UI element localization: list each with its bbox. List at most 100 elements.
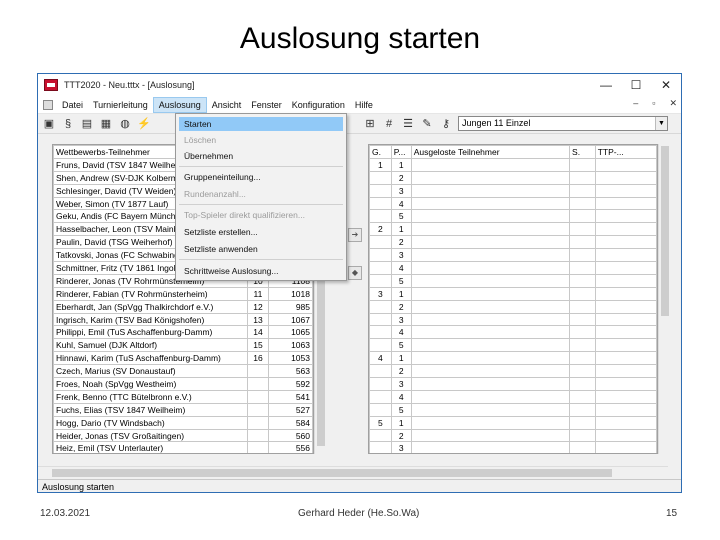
column-header-group[interactable]: G. (369, 145, 392, 159)
menu-hilfe[interactable]: Hilfe (350, 97, 378, 113)
table-cell (369, 338, 392, 353)
menu-datei[interactable]: Datei (57, 97, 88, 113)
table-row[interactable]: 5 (369, 273, 657, 288)
globe-icon[interactable]: ◍ (117, 116, 133, 132)
list-icon[interactable]: ☰ (400, 116, 416, 132)
table-cell (410, 364, 571, 379)
table-row[interactable]: 21 (369, 222, 657, 237)
table-row[interactable]: Kuhl, Samuel (DJK Altdorf) 15 1063 (53, 338, 313, 353)
table-row[interactable]: 11 (369, 157, 657, 172)
bolt-icon[interactable]: ⚡ (136, 116, 152, 132)
table-row[interactable]: 4 (369, 261, 657, 275)
move-left-icon[interactable]: ◆ (348, 266, 362, 280)
menu-item-schrittweise-auslosung[interactable]: Schrittweise Auslosung... (179, 264, 343, 278)
table-cell (369, 273, 392, 288)
table-row[interactable]: 51 (369, 415, 657, 430)
menu-item-uebernehmen[interactable]: Übernehmen (179, 149, 343, 163)
document-icon[interactable] (43, 99, 53, 110)
table-cell (369, 183, 392, 198)
table-row[interactable]: 5 (369, 402, 657, 417)
mdi-minimize-button[interactable]: – (633, 98, 638, 109)
save-icon[interactable]: ▣ (41, 116, 57, 132)
table-cell (410, 351, 571, 366)
menu-item-top-spieler[interactable]: Top-Spieler direkt qualifizieren... (179, 208, 343, 222)
table-icon[interactable]: ▦ (98, 116, 114, 132)
table-row[interactable]: Eberhardt, Jan (SpVgg Thalkirchdorf e.V.… (53, 299, 313, 314)
key-icon[interactable]: ⚷ (438, 116, 454, 132)
column-header-position[interactable]: P... (390, 145, 412, 159)
table-row[interactable]: 41 (369, 351, 657, 366)
table-row[interactable]: 4 (369, 196, 657, 211)
maximize-button[interactable]: ☐ (621, 74, 651, 96)
table-cell (410, 415, 571, 430)
menu-item-setzliste-anwenden[interactable]: Setzliste anwenden (179, 242, 343, 256)
layout-icon[interactable]: ⊞ (362, 116, 378, 132)
table-cell (369, 402, 392, 417)
table-row[interactable]: 2 (369, 235, 657, 250)
menu-turnierleitung[interactable]: Turnierleitung (88, 97, 153, 113)
menu-item-starten[interactable]: Starten (179, 117, 343, 131)
table-row[interactable]: 2 (369, 364, 657, 379)
table-row[interactable]: 3 (369, 377, 657, 391)
table-cell (594, 364, 657, 379)
scroll-thumb[interactable] (661, 146, 669, 316)
menu-item-rundenanzahl[interactable]: Rundenanzahl... (179, 187, 343, 201)
table-row[interactable]: Ingrisch, Karim (TSV Bad Königshofen) 13 1… (53, 312, 313, 327)
table-row[interactable]: 2 (369, 428, 657, 443)
menu-item-gruppeneinteilung[interactable]: Gruppeneinteilung... (179, 170, 343, 184)
menu-item-setzliste-erstellen[interactable]: Setzliste erstellen... (179, 225, 343, 239)
table-row[interactable]: 5 (369, 338, 657, 353)
table-row[interactable]: 2 (369, 170, 657, 185)
table-row[interactable]: 3 (369, 248, 657, 263)
menu-separator (179, 166, 343, 167)
competition-select[interactable]: Jungen 11 Einzel ▼ (458, 116, 668, 131)
table-cell (410, 286, 571, 301)
table-row[interactable]: Hogg, Dario (TV Windsbach) 584 (53, 415, 313, 430)
minimize-button[interactable]: — (591, 74, 621, 96)
drawn-participants-table[interactable]: G. P... Ausgeloste Teilnehmer S. TTP-...… (368, 144, 658, 454)
scroll-thumb[interactable] (52, 469, 612, 477)
table-row[interactable]: 5 (369, 209, 657, 224)
table-row[interactable]: Czech, Marius (SV Donaustauf) 563 (53, 364, 313, 379)
tools-icon[interactable]: ✎ (419, 116, 435, 132)
horizontal-scrollbar[interactable] (38, 466, 668, 478)
table-row[interactable]: 3 (369, 441, 657, 453)
table-row[interactable]: 31 (369, 286, 657, 301)
menu-ansicht[interactable]: Ansicht (207, 97, 247, 113)
table-cell (410, 389, 571, 404)
table-row[interactable]: Frenk, Benno (TTC Bütelbronn e.V.) 541 (53, 389, 313, 404)
right-table-scrollbar[interactable] (658, 144, 670, 454)
move-right-icon[interactable]: ➔ (348, 228, 362, 242)
column-header-drawn[interactable]: Ausgeloste Teilnehmer (410, 145, 571, 159)
menu-separator (179, 204, 343, 205)
mdi-restore-button[interactable]: ▫ (652, 98, 655, 109)
menu-konfiguration[interactable]: Konfiguration (287, 97, 350, 113)
format-icon[interactable]: § (60, 116, 76, 132)
table-row[interactable]: Froes, Noah (SpVgg Westheim) 592 (53, 377, 313, 391)
table-cell (410, 183, 571, 198)
title-bar[interactable]: TTT2020 - Neu.tttx - [Auslosung] — ☐ ✕ (38, 74, 681, 96)
table-row[interactable]: 3 (369, 183, 657, 198)
menu-auslosung[interactable]: Auslosung (152, 96, 207, 113)
table-row[interactable]: Heider, Jonas (TSV Großaitingen) 560 (53, 428, 313, 443)
mdi-close-button[interactable]: ✕ (669, 98, 677, 109)
chevron-down-icon[interactable]: ▼ (655, 117, 667, 130)
column-header-ttr[interactable]: TTP-... (594, 145, 657, 159)
table-cell: 556 (268, 441, 313, 453)
table-row[interactable]: Hinnawi, Karim (TuS Aschaffenburg-Damm) 1… (53, 351, 313, 366)
close-button[interactable]: ✕ (651, 74, 681, 96)
grid-icon[interactable]: # (381, 116, 397, 132)
table-row[interactable]: Heiz, Emil (TSV Unterlauter) 556 (53, 441, 313, 453)
table-row[interactable]: Rinderer, Fabian (TV Rohrmünsterheim) 11 1… (53, 286, 313, 301)
menu-item-loeschen[interactable]: Löschen (179, 133, 343, 147)
table-row[interactable]: 4 (369, 389, 657, 404)
table-row[interactable]: Fuchs, Elias (TSV 1847 Weilheim) 527 (53, 402, 313, 417)
doc-icon[interactable]: ▤ (79, 116, 95, 132)
table-row[interactable]: 4 (369, 325, 657, 340)
table-row[interactable]: Philippi, Emil (TuS Aschaffenburg-Damm) 1… (53, 325, 313, 340)
column-header-seed[interactable]: S. (569, 145, 596, 159)
table-row[interactable]: 2 (369, 299, 657, 314)
table-row[interactable]: 3 (369, 312, 657, 327)
table-cell: Czech, Marius (SV Donaustauf) (53, 364, 248, 379)
menu-fenster[interactable]: Fenster (246, 97, 287, 113)
